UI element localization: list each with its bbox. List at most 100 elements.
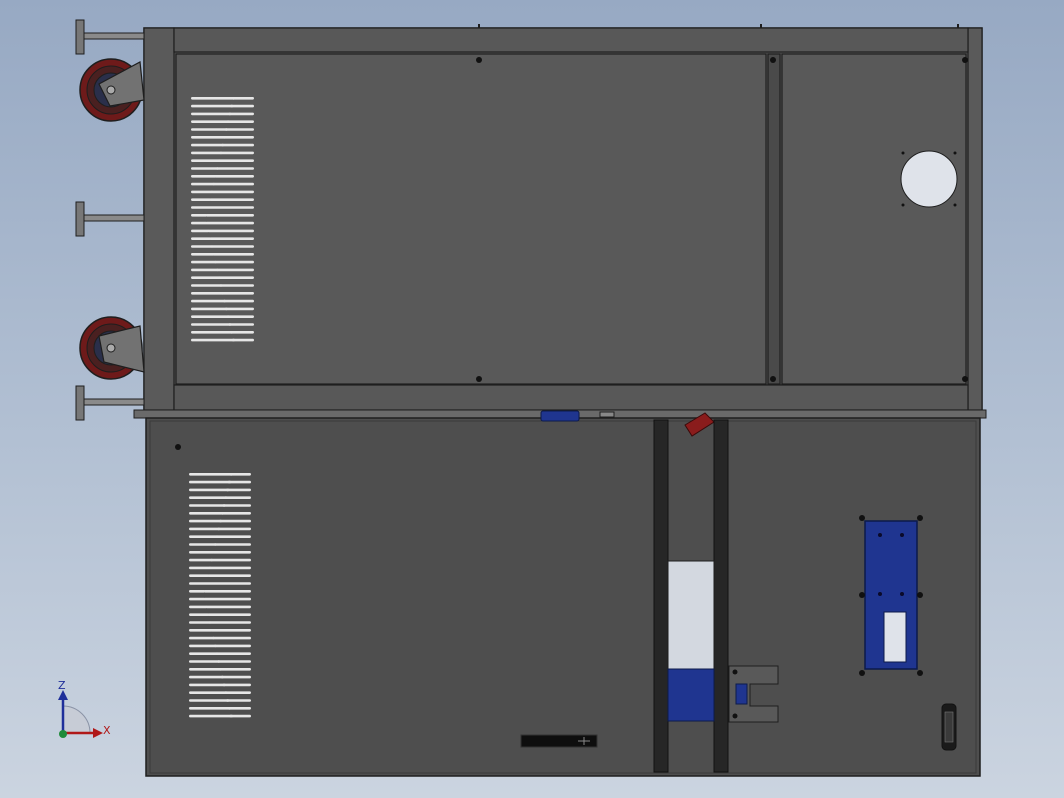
vent-slot	[218, 276, 254, 279]
vent-slot	[189, 496, 228, 499]
vent-slot	[191, 268, 219, 272]
bracket-screw	[732, 713, 738, 719]
vent-slot	[189, 543, 217, 546]
vent-slot	[205, 605, 251, 609]
vent-slot	[189, 504, 226, 507]
vent-slot	[207, 229, 254, 233]
vent-slot	[209, 621, 251, 624]
vent-slot	[229, 473, 251, 476]
vent-slot	[219, 519, 251, 523]
vent-slot	[210, 629, 251, 632]
cutout-screw	[901, 203, 905, 207]
vent-slot	[231, 338, 254, 342]
control-box-dot	[878, 592, 882, 596]
vent-slot	[191, 190, 213, 194]
control-box-screw	[859, 670, 865, 676]
vent-slot	[230, 331, 254, 334]
lower-panel	[145, 417, 981, 777]
control-box-screw	[859, 515, 865, 521]
vent-slot	[207, 574, 251, 577]
vent-slot	[226, 315, 254, 318]
vent-slot	[222, 683, 251, 687]
vent-slot	[219, 668, 251, 671]
control-box-dot	[900, 592, 904, 596]
vent-slot	[189, 512, 224, 515]
vent-slot	[220, 512, 251, 515]
vent-slot	[189, 535, 219, 538]
vent-slot	[216, 167, 254, 170]
vent-slot	[228, 112, 254, 116]
triad-origin	[59, 730, 67, 738]
control-box-dot	[900, 533, 904, 537]
vent-slot	[191, 323, 232, 326]
vent-slot	[205, 221, 254, 225]
vent-slot	[189, 574, 209, 577]
vent-slot	[203, 597, 251, 601]
vent-slot	[210, 558, 251, 562]
vent-slot	[223, 299, 254, 303]
vent-slot	[215, 535, 251, 538]
blue-block	[667, 668, 715, 722]
upper-right-post	[967, 27, 983, 411]
vent-slot	[226, 488, 251, 492]
upper-main-panel	[175, 53, 767, 385]
vent-slot	[189, 707, 232, 710]
panel-screw	[476, 376, 482, 382]
vent-slot	[209, 198, 254, 201]
rail-opening	[667, 560, 715, 670]
triad-x-label: X	[103, 724, 111, 737]
control-box-dot	[878, 533, 882, 537]
control-box-screw	[859, 592, 865, 598]
vent-slot	[191, 214, 208, 217]
vent-slot	[207, 613, 251, 616]
leveling-foot	[75, 201, 145, 237]
vent-slot	[191, 307, 228, 311]
vent-slot	[211, 245, 254, 248]
vent-slot	[191, 136, 226, 139]
vent-slot	[191, 97, 235, 100]
control-box-screw	[917, 670, 923, 676]
vent-slot	[191, 167, 219, 170]
cutout-screw	[953, 151, 957, 155]
vent-slot	[191, 159, 221, 162]
vent-slot	[225, 307, 254, 311]
upper-top-rail	[173, 27, 969, 53]
vent-slot	[223, 136, 254, 139]
vent-slot	[189, 683, 226, 687]
upper-left-post	[143, 27, 175, 411]
upper-bottom-rail	[173, 384, 969, 411]
vent-slot	[189, 644, 217, 648]
vent-slot	[189, 629, 213, 632]
control-box-window	[883, 611, 907, 663]
vent-slot	[220, 675, 251, 679]
vent-slot	[189, 613, 209, 616]
vent-slot	[189, 551, 215, 554]
vent-slot	[189, 488, 230, 492]
vent-slot	[216, 268, 254, 272]
vent-slot	[215, 652, 251, 655]
vent-slot	[222, 504, 251, 507]
caster-wheel-top	[79, 58, 145, 122]
leveling-foot	[75, 19, 145, 55]
panel-screw	[175, 444, 181, 450]
vent-slot	[191, 245, 213, 248]
caster-wheel-bottom	[79, 316, 145, 380]
control-box-screw	[917, 515, 923, 521]
vent-slot	[227, 480, 251, 484]
upper-divider-post	[767, 53, 781, 385]
vent-slot	[209, 237, 254, 240]
vertical-rail-left	[653, 419, 669, 773]
vent-slot	[191, 315, 230, 318]
vent-slot	[203, 590, 251, 593]
vent-slot	[191, 104, 234, 108]
vent-slot	[191, 284, 223, 287]
blue-latch	[540, 410, 580, 422]
cutout-screw	[901, 151, 905, 155]
vent-slot	[191, 253, 215, 256]
vent-slot	[221, 143, 254, 147]
vent-slot	[212, 182, 254, 186]
vent-slot	[191, 182, 215, 186]
vent-slot	[191, 112, 232, 116]
vent-slot	[209, 566, 251, 570]
vent-slot	[219, 151, 254, 155]
